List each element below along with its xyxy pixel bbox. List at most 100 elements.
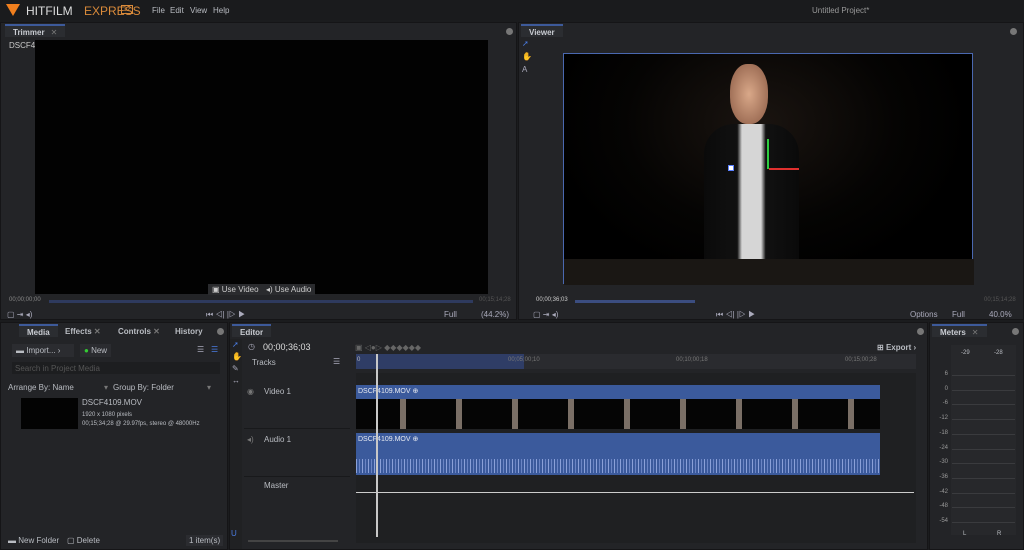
arrange-dropdown[interactable]: Arrange By: Name ▾: [8, 383, 108, 392]
table: [564, 259, 974, 285]
import-button[interactable]: ▬ Import... ›: [12, 344, 74, 357]
group-dropdown[interactable]: Group By: Folder ▾: [113, 383, 211, 392]
tracks-menu-icon[interactable]: ☰: [333, 357, 340, 366]
viewer-scrubber[interactable]: [575, 300, 695, 303]
gear-icon[interactable]: [917, 328, 924, 335]
new-button[interactable]: ● New: [80, 344, 112, 357]
use-audio-button[interactable]: ◂) Use Audio: [262, 284, 316, 295]
tab-editor[interactable]: Editor: [232, 324, 272, 337]
slip-tool-icon[interactable]: ↔: [232, 376, 240, 385]
tab-history[interactable]: History: [175, 327, 203, 336]
trimmer-video: [35, 40, 488, 294]
media-thumbnail: [21, 398, 78, 429]
menu-help[interactable]: Help: [213, 6, 229, 15]
label: Arrange By: Name: [8, 383, 74, 392]
meter-scale-label: -24: [939, 444, 948, 451]
logo-icon: [6, 4, 20, 16]
peak-right: -28: [994, 350, 1003, 356]
gear-icon[interactable]: [506, 28, 513, 35]
marker-controls[interactable]: ▣ ◁●▷ ◆◆◆◆◆◆: [355, 343, 421, 352]
media-panel: Media Effects ✕ Controls ✕ History ▬ Imp…: [0, 322, 228, 550]
gear-icon[interactable]: [1012, 328, 1019, 335]
audio-track-header[interactable]: ◂) Audio 1: [244, 431, 350, 477]
media-info: 00;15;34;28 @ 29.97fps, stereo @ 48000Hz: [82, 421, 200, 427]
tab-label: History: [175, 327, 203, 336]
editor-timecode[interactable]: 00;00;36;03: [263, 342, 311, 352]
trimmer-quality[interactable]: Full: [444, 310, 457, 319]
trimmer-time-end: 00;15;14;28: [479, 297, 511, 303]
viewer-zoom[interactable]: 40.0%: [989, 310, 1012, 319]
meter-gridline: [952, 507, 1015, 509]
clip-label: DSCF4109.MOV ⊕: [358, 436, 419, 443]
anchor-point[interactable]: [728, 165, 734, 171]
trimmer-time-start: 00;00;00;00: [9, 297, 41, 303]
meter-gridline: [952, 448, 1015, 450]
grid-view-icon[interactable]: ☰: [211, 345, 218, 354]
menu-view[interactable]: View: [190, 6, 207, 15]
hand-tool-icon[interactable]: ✋: [232, 352, 242, 361]
speaker-icon[interactable]: ◂): [247, 435, 254, 444]
track-name: Audio 1: [264, 435, 292, 444]
options-dropdown[interactable]: Options: [910, 310, 938, 319]
zoom-slider[interactable]: [248, 540, 338, 542]
menu-file[interactable]: File: [152, 6, 165, 15]
tab-effects[interactable]: Effects ✕: [65, 327, 101, 336]
transport-controls[interactable]: ⏮ ◁| |▷ ▶: [206, 310, 245, 320]
hand-tool-icon[interactable]: ✋: [522, 52, 532, 61]
search-input[interactable]: Search in Project Media: [12, 362, 220, 374]
trimmer-tools[interactable]: ▢ ⇥ ◂): [7, 310, 32, 319]
meter-scale-label: -48: [939, 503, 948, 510]
timeline-ruler[interactable]: 0 00;05;00;10 00;10;00;18 00;15;00;28: [356, 354, 916, 369]
close-icon[interactable]: ✕: [51, 28, 58, 37]
meter-gridline: [952, 404, 1015, 406]
meter-gridline: [952, 389, 1015, 391]
new-folder-button[interactable]: ▬ New Folder: [8, 536, 59, 545]
tab-viewer[interactable]: Viewer: [521, 24, 563, 37]
label: Delete: [76, 536, 100, 545]
viewer-time: 00;00;36;03: [536, 297, 568, 303]
tab-media[interactable]: Media: [19, 324, 58, 337]
select-tool-icon[interactable]: ➚: [522, 39, 529, 48]
tab-label: Viewer: [529, 28, 555, 37]
razor-tool-icon[interactable]: ✎: [232, 364, 239, 373]
meter-scale-label: -54: [939, 518, 948, 524]
item-count: 1 item(s): [186, 535, 224, 546]
eye-icon[interactable]: ◉: [247, 387, 254, 396]
select-tool-icon[interactable]: ➚: [232, 340, 239, 349]
media-dims: 1920 x 1080 pixels: [82, 412, 133, 418]
tab-controls[interactable]: Controls ✕: [118, 327, 160, 336]
title-bar: HITFILM EXPRESS 12 File Edit View Help U…: [0, 0, 1024, 20]
tab-trimmer[interactable]: Trimmer ✕: [5, 24, 66, 37]
playhead[interactable]: [376, 354, 378, 537]
meter-scale-label: -30: [939, 459, 948, 466]
gear-icon[interactable]: [217, 328, 224, 335]
timeline-area[interactable]: DSCF4109.MOV ⊕ DSCF4109.MOV ⊕: [356, 373, 916, 543]
text-tool-icon[interactable]: A: [522, 65, 527, 74]
y-axis-handle[interactable]: [767, 139, 769, 169]
video-clip[interactable]: DSCF4109.MOV ⊕: [356, 385, 880, 429]
close-icon[interactable]: ✕: [972, 328, 979, 337]
list-view-icon[interactable]: ☰: [197, 345, 204, 354]
x-axis-handle[interactable]: [769, 168, 799, 170]
viewer-canvas[interactable]: [563, 53, 974, 285]
viewer-tools[interactable]: ▢ ⇥ ◂): [533, 310, 558, 319]
master-track-header: Master: [244, 479, 350, 519]
video-track-header[interactable]: ◉ Video 1: [244, 383, 350, 429]
transport-controls[interactable]: ⏮ ◁| |▷ ▶: [716, 310, 755, 320]
use-video-button[interactable]: ▣ Use Video: [208, 284, 263, 295]
audio-clip[interactable]: DSCF4109.MOV ⊕: [356, 433, 880, 475]
gear-icon[interactable]: [1010, 28, 1017, 35]
export-button[interactable]: ⊞ Export ›: [877, 343, 916, 352]
menu-edit[interactable]: Edit: [170, 6, 184, 15]
media-item[interactable]: DSCF4109.MOV 1920 x 1080 pixels 00;15;34…: [1, 395, 227, 431]
trimmer-zoom[interactable]: (44.2%): [481, 310, 509, 319]
delete-button[interactable]: ▢ Delete: [67, 536, 100, 545]
trimmer-scrubber[interactable]: [49, 300, 473, 303]
viewer-quality[interactable]: Full: [952, 310, 965, 319]
work-area[interactable]: [356, 354, 524, 369]
tab-meters[interactable]: Meters ✕: [932, 324, 987, 337]
label: Group By: Folder: [113, 383, 174, 392]
snap-icon[interactable]: U: [231, 529, 237, 538]
meter-scale-label: -42: [939, 488, 948, 495]
ruler-label: 00;05;00;10: [508, 357, 540, 363]
